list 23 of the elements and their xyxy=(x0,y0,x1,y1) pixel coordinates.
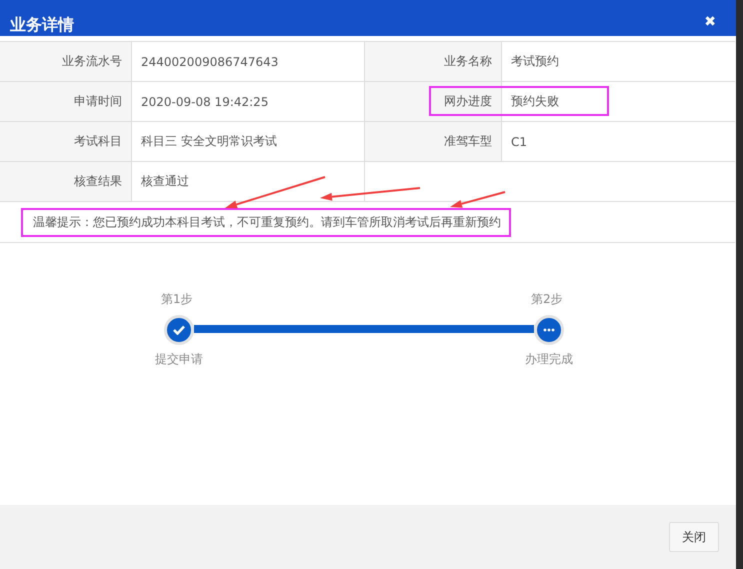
field-label: 网办进度 xyxy=(444,93,492,110)
dialog-title: 业务详情 xyxy=(10,17,74,36)
field-value: 科目三 安全文明常识考试 xyxy=(141,133,277,150)
arrow xyxy=(450,191,506,208)
step-number: 第1步 xyxy=(161,291,193,308)
step-label: 办理完成 xyxy=(525,351,573,368)
field-label: 业务流水号 xyxy=(62,53,122,70)
field-value: 核查通过 xyxy=(141,173,189,190)
field-label: 考试科目 xyxy=(74,133,122,150)
field-value: 244002009086747643 xyxy=(141,54,278,68)
step-number: 第2步 xyxy=(531,291,563,308)
field-label: 业务名称 xyxy=(444,53,492,70)
field-value: 预约失败 xyxy=(511,93,559,110)
field-label: 申请时间 xyxy=(74,93,122,110)
step-label: 提交申请 xyxy=(155,351,203,368)
close-icon[interactable]: ✖ xyxy=(704,14,716,30)
field-label: 准驾车型 xyxy=(444,133,492,150)
notice-text: 温馨提示：您已预约成功本科目考试，不可重复预约。请到车管所取消考试后再重新预约 xyxy=(21,208,511,236)
field-value: C1 xyxy=(511,134,528,148)
field-value: 2020-09-08 19:42:25 xyxy=(141,94,268,108)
field-value: 考试预约 xyxy=(511,53,559,70)
close-button[interactable]: 关闭 xyxy=(669,522,719,552)
field-label: 核查结果 xyxy=(74,173,122,190)
